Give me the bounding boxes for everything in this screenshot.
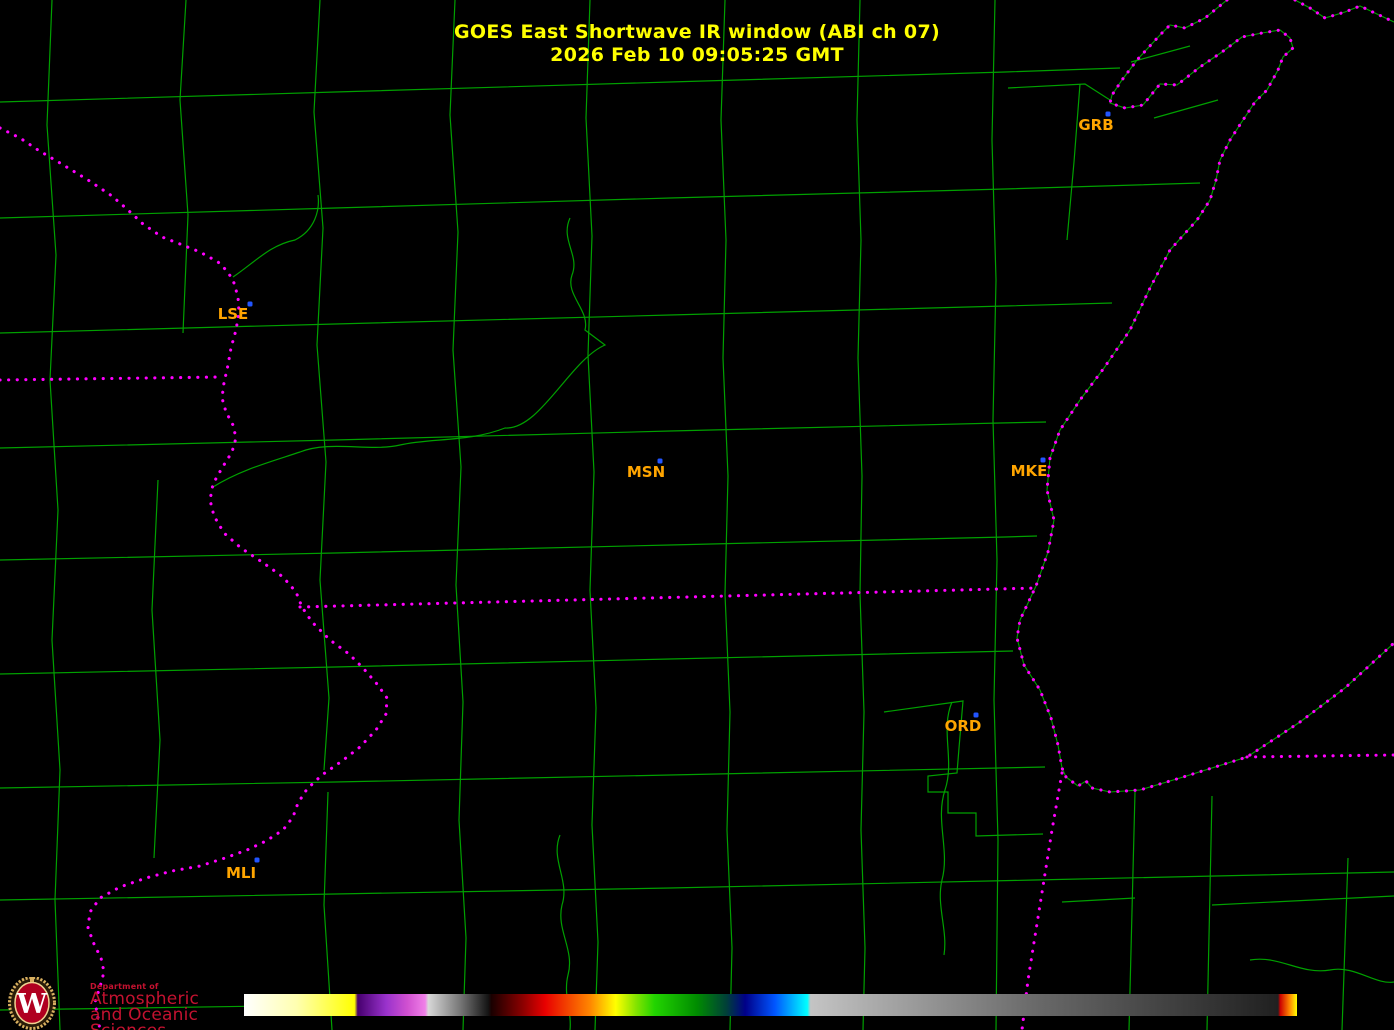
indiana-michigan-border <box>1247 755 1394 757</box>
image-title: GOES East Shortwave IR window (ABI ch 07… <box>0 21 1394 67</box>
upper-michigan-coastline-green <box>1295 0 1394 22</box>
title-line-2: 2026 Feb 10 09:05:25 GMT <box>0 44 1394 67</box>
lake-michigan-shoreline <box>1017 0 1394 792</box>
city-dot-grb <box>1106 112 1111 117</box>
city-label-msn: MSN <box>627 463 665 481</box>
wisconsin-illinois-border <box>300 588 1037 607</box>
city-dot-msn <box>658 459 663 464</box>
city-label-mke: MKE <box>1011 462 1048 480</box>
title-line-1: GOES East Shortwave IR window (ABI ch 07… <box>0 21 1394 44</box>
illinois-indiana-border <box>1022 773 1062 1030</box>
department-text: Department of Atmospheric and Oceanic Sc… <box>90 982 199 1030</box>
minnesota-iowa-border <box>0 377 223 380</box>
lake-michigan-coastline-green <box>1017 0 1394 792</box>
svg-text:W: W <box>16 989 48 1020</box>
county-boundaries <box>0 0 1394 1030</box>
temperature-colorbar <box>244 994 1297 1016</box>
satellite-map <box>0 0 1394 1030</box>
state-borders <box>0 0 1394 1030</box>
uw-crest-icon: W <box>8 977 56 1030</box>
city-dot-ord <box>974 713 979 718</box>
city-label-mli: MLI <box>226 864 256 882</box>
city-dot-mke <box>1041 458 1046 463</box>
city-dot-lse <box>248 302 253 307</box>
department-name-line-2: and Oceanic Sciences <box>90 1007 199 1030</box>
city-dot-mli <box>255 858 260 863</box>
city-label-grb: GRB <box>1078 116 1113 134</box>
city-label-lse: LSE <box>218 305 249 323</box>
city-label-ord: ORD <box>945 717 982 735</box>
goes-satellite-viewer: GOES East Shortwave IR window (ABI ch 07… <box>0 0 1394 1030</box>
upper-michigan-shoreline <box>1295 0 1394 22</box>
